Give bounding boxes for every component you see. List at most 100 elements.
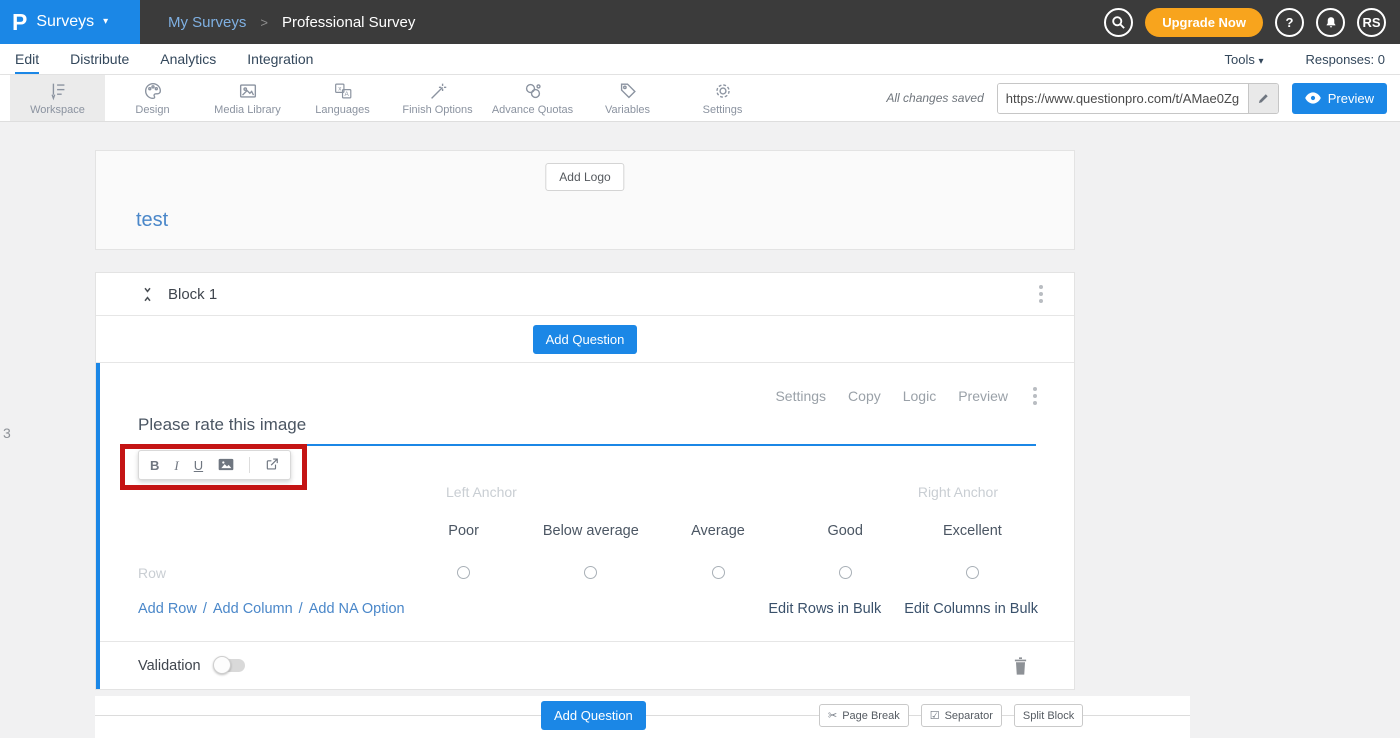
toolbar-divider [249,457,250,473]
collapse-block-icon[interactable] [140,286,155,303]
tag-icon [617,80,639,102]
help-button[interactable]: ? [1275,8,1304,37]
section-tabs-bar: Edit Distribute Analytics Integration To… [0,44,1400,75]
toolbar-item-design[interactable]: Design [105,75,200,121]
workspace-icon [47,80,69,102]
radio-poor[interactable] [457,566,470,579]
tab-analytics[interactable]: Analytics [160,44,216,74]
question-preview-link[interactable]: Preview [958,388,1008,404]
link-separator: / [299,601,303,617]
richtext-toolbar: B I U [138,450,291,480]
add-na-option-link[interactable]: Add NA Option [309,601,405,617]
block-header: Block 1 [96,273,1074,316]
chain-links-icon [522,80,544,102]
link-separator: / [203,601,207,617]
add-column-link[interactable]: Add Column [213,601,293,617]
tab-distribute[interactable]: Distribute [70,44,129,74]
question-actions: Settings Copy Logic Preview [775,384,1040,408]
column-header-excellent[interactable]: Excellent [909,523,1036,539]
questionpro-editor: P Surveys ▾ My Surveys > Professional Su… [0,0,1400,738]
question-logic-link[interactable]: Logic [903,388,936,404]
toolbar-item-workspace[interactable]: Workspace [10,75,105,121]
toolbar-item-languages[interactable]: xA Languages [295,75,390,121]
page-break-button[interactable]: ✂Page Break [819,704,909,727]
insert-link-button[interactable] [265,457,279,473]
survey-header-card: Add Logo test [95,150,1075,250]
add-question-row-top: Add Question [96,316,1074,363]
top-bar: P Surveys ▾ My Surveys > Professional Su… [0,0,1400,44]
separator-button[interactable]: ☑Separator [921,704,1002,727]
column-header-below-average[interactable]: Below average [527,523,654,539]
toolbar-item-variables[interactable]: Variables [580,75,675,121]
row-label-input[interactable]: Row [138,565,166,581]
toolbar-item-media-library[interactable]: Media Library [200,75,295,121]
survey-title[interactable]: test [136,209,168,232]
eye-icon [1305,92,1321,104]
toolbar-item-settings[interactable]: Settings [675,75,770,121]
radio-below-average[interactable] [584,566,597,579]
pencil-icon [1257,92,1270,105]
right-anchor-input[interactable]: Right Anchor [918,484,998,500]
insert-image-button[interactable] [218,458,234,473]
chevron-down-icon: ▾ [103,17,108,27]
radio-good[interactable] [839,566,852,579]
avatar-initials: RS [1362,15,1380,30]
product-switcher[interactable]: P Surveys ▾ [0,0,140,44]
save-status: All changes saved [886,91,983,105]
preview-button[interactable]: Preview [1292,83,1387,114]
toolbar-item-finish-options[interactable]: Finish Options [390,75,485,121]
add-question-button-bottom[interactable]: Add Question [541,701,646,730]
block-card: Block 1 Add Question Settings Copy Logic… [95,272,1075,690]
breadcrumb-my-surveys[interactable]: My Surveys [168,14,246,31]
underline-button[interactable]: U [194,459,203,472]
tab-edit[interactable]: Edit [15,44,39,74]
survey-url-input[interactable] [998,84,1248,113]
validation-toggle[interactable] [215,659,245,672]
edit-columns-in-bulk-link[interactable]: Edit Columns in Bulk [904,601,1038,617]
product-name: Surveys [36,13,94,31]
external-link-icon [265,457,279,471]
add-row-link[interactable]: Add Row [138,601,197,617]
breadcrumb: My Surveys > Professional Survey [168,14,415,31]
svg-text:A: A [344,91,349,98]
avatar[interactable]: RS [1357,8,1386,37]
question-menu-kebab-icon[interactable] [1030,384,1040,408]
block-menu-kebab-icon[interactable] [1036,282,1046,306]
radio-average[interactable] [712,566,725,579]
italic-button[interactable]: I [174,459,178,472]
left-anchor-input[interactable]: Left Anchor [446,484,517,500]
validation-row: Validation [100,641,1074,689]
questionpro-logo-icon: P [12,11,27,34]
delete-question-trash-icon[interactable] [1013,657,1028,675]
toolbar-item-advance-quotas[interactable]: Advance Quotas [485,75,580,121]
bold-button[interactable]: B [150,459,159,472]
upgrade-now-button[interactable]: Upgrade Now [1145,8,1263,37]
answer-radio-row [400,566,1036,579]
tab-integration[interactable]: Integration [247,44,313,74]
section-tabs: Edit Distribute Analytics Integration [15,44,313,74]
column-header-poor[interactable]: Poor [400,523,527,539]
translate-icon: xA [332,80,354,102]
edit-rows-in-bulk-link[interactable]: Edit Rows in Bulk [768,601,881,617]
column-header-good[interactable]: Good [782,523,909,539]
svg-text:x: x [338,86,342,93]
notifications-button[interactable] [1316,8,1345,37]
block-title[interactable]: Block 1 [168,286,217,303]
split-block-button[interactable]: Split Block [1014,704,1083,727]
question-mark-icon: ? [1286,15,1294,30]
breadcrumb-separator: > [260,15,268,30]
gear-icon [712,80,734,102]
responses-count[interactable]: Responses: 0 [1306,52,1386,67]
toggle-knob [213,656,231,674]
question-text-input[interactable]: Please rate this image [138,415,1036,446]
question-settings-link[interactable]: Settings [775,388,826,404]
tools-dropdown[interactable]: Tools ▾ [1224,52,1263,67]
question-copy-link[interactable]: Copy [848,388,881,404]
bell-icon [1324,15,1338,30]
add-question-button-top[interactable]: Add Question [533,325,638,354]
column-header-average[interactable]: Average [654,523,781,539]
search-button[interactable] [1104,8,1133,37]
add-logo-button[interactable]: Add Logo [545,163,624,191]
edit-url-button[interactable] [1248,84,1278,113]
radio-excellent[interactable] [966,566,979,579]
